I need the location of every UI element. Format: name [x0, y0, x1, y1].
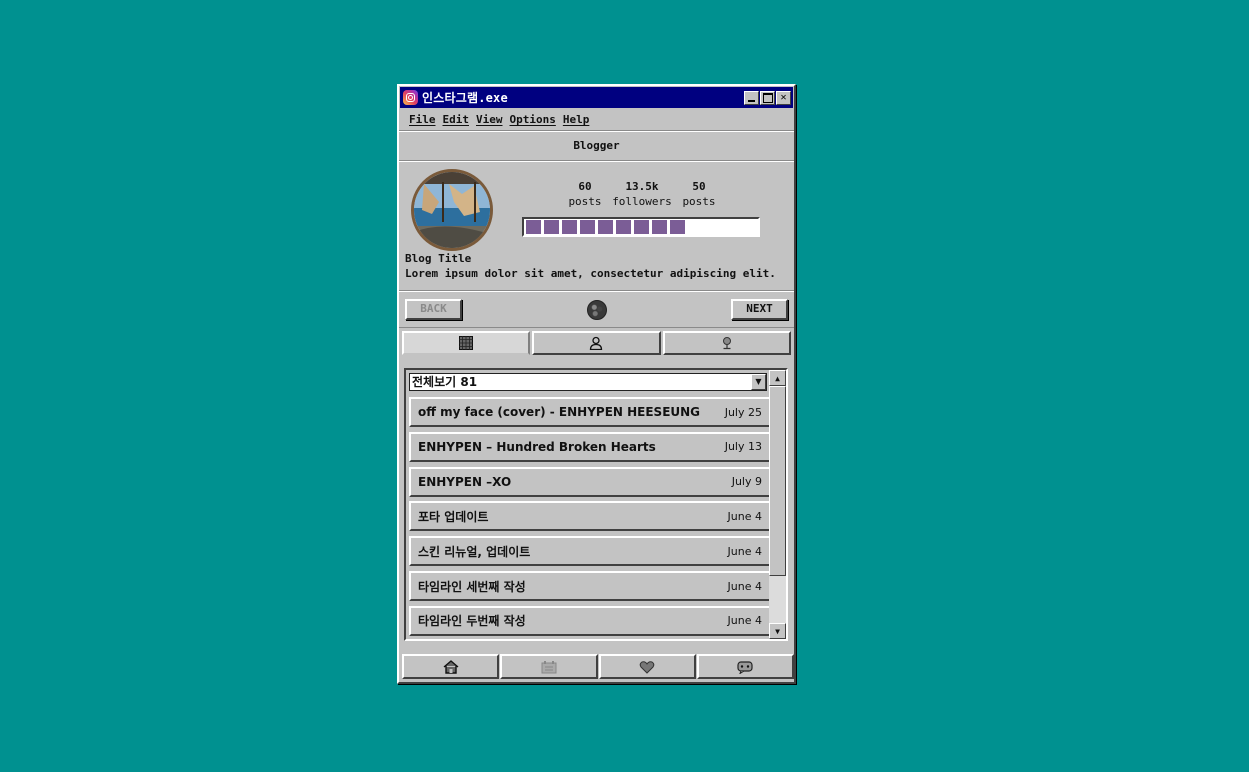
- menu-view[interactable]: View: [476, 113, 503, 126]
- stat-value: 13.5k: [625, 180, 659, 193]
- post-date: June 4: [727, 579, 762, 593]
- post-title: off my face (cover) - ENHYPEN HEESEUNG: [418, 405, 701, 419]
- post-date: July 25: [724, 405, 762, 419]
- stat-value: 50: [692, 180, 706, 193]
- post-list-item[interactable]: 타임라인 두번째 작성 June 4: [409, 605, 771, 636]
- post-title: ENHYPEN –XO: [418, 474, 512, 489]
- scroll-down-button[interactable]: ▼: [769, 623, 786, 639]
- app-window: 인스타그램.exe ✕ File Edit View Options Help …: [397, 84, 796, 684]
- menu-options[interactable]: Options: [510, 113, 556, 126]
- post-title: 타임라인 두번째 작성: [418, 614, 526, 629]
- stat-label: posts: [568, 195, 602, 208]
- progress-segment: [598, 220, 613, 234]
- progress-segment: [634, 220, 649, 234]
- person-icon: [590, 336, 603, 350]
- post-list-item[interactable]: ENHYPEN –XO July 9: [409, 466, 771, 497]
- post-list-item[interactable]: 포타 업데이트 June 4: [409, 501, 771, 532]
- heart-icon: [639, 660, 655, 674]
- title-bar[interactable]: 인스타그램.exe ✕: [400, 87, 793, 108]
- post-title: 포타 업데이트: [418, 509, 489, 524]
- home-button[interactable]: [402, 654, 500, 679]
- progress-segment: [652, 220, 667, 234]
- maximize-button[interactable]: [760, 90, 775, 105]
- calendar-button[interactable]: [500, 654, 598, 679]
- stat-followers[interactable]: 13.5k followers: [606, 179, 678, 209]
- scrollbar[interactable]: ▲ ▼: [769, 370, 786, 639]
- home-icon: [443, 659, 459, 674]
- post-list-item[interactable]: 스킨 리뉴얼, 업데이트 June 4: [409, 536, 771, 567]
- nav-row: BACK NEXT: [399, 291, 794, 328]
- section-title: Blogger: [399, 131, 794, 161]
- progress-segment: [670, 220, 685, 234]
- avatar-image: [414, 172, 490, 248]
- progress-segment: [562, 220, 577, 234]
- like-button[interactable]: [598, 654, 696, 679]
- post-title: ENHYPEN – Hundred Broken Hearts: [418, 439, 656, 454]
- chevron-down-icon[interactable]: ▼: [751, 374, 766, 390]
- stats: 60 posts 13.5k followers 50 posts: [564, 179, 720, 209]
- bottom-nav: [402, 654, 794, 680]
- post-date: July 13: [724, 440, 762, 454]
- scroll-up-button[interactable]: ▲: [769, 370, 786, 386]
- stat-posts-2[interactable]: 50 posts: [678, 179, 720, 209]
- back-button[interactable]: BACK: [405, 299, 462, 320]
- minimize-button[interactable]: [744, 90, 759, 105]
- tab-location[interactable]: [662, 331, 791, 355]
- stat-label: posts: [682, 195, 716, 208]
- blog-title: Blog Title: [405, 252, 472, 265]
- stat-posts[interactable]: 60 posts: [564, 179, 606, 209]
- post-list-item[interactable]: 타임라인 세번째 작성 June 4: [409, 571, 771, 601]
- chat-icon: [737, 660, 753, 674]
- category-dropdown[interactable]: 전체보기 81 ▼: [409, 373, 767, 391]
- stat-value: 60: [578, 180, 592, 193]
- progress-segment: [580, 220, 595, 234]
- tab-bar: [399, 328, 794, 356]
- menu-file[interactable]: File: [409, 113, 436, 126]
- post-title: 스킨 리뉴얼, 업데이트: [418, 544, 531, 559]
- instagram-icon: [403, 90, 418, 105]
- tab-profile[interactable]: [532, 331, 661, 355]
- profile-panel: 60 posts 13.5k followers 50 posts Blog T…: [399, 161, 794, 291]
- chat-button[interactable]: [696, 654, 794, 679]
- dropdown-selected: 전체보기 81: [412, 375, 478, 389]
- calendar-icon: [541, 660, 557, 673]
- tab-grid[interactable]: [402, 331, 531, 355]
- pin-icon: [722, 337, 731, 350]
- globe-icon[interactable]: [587, 300, 607, 320]
- post-date: July 9: [731, 475, 762, 489]
- blog-description: Lorem ipsum dolor sit amet, consectetur …: [405, 267, 776, 280]
- progress-bar: [522, 217, 760, 237]
- post-list-panel: 전체보기 81 ▼ off my face (cover) - ENHYPEN …: [404, 368, 788, 641]
- menu-help[interactable]: Help: [563, 113, 590, 126]
- post-date: June 4: [727, 509, 762, 523]
- progress-segment: [526, 220, 541, 234]
- avatar[interactable]: [411, 169, 493, 251]
- scroll-thumb[interactable]: [769, 386, 786, 576]
- menu-bar: File Edit View Options Help: [399, 109, 794, 131]
- menu-edit[interactable]: Edit: [443, 113, 470, 126]
- next-button[interactable]: NEXT: [731, 299, 788, 320]
- post-date: June 4: [727, 614, 762, 628]
- stat-label: followers: [612, 195, 672, 208]
- window-title: 인스타그램.exe: [422, 91, 508, 105]
- post-date: June 4: [727, 544, 762, 558]
- progress-segment: [616, 220, 631, 234]
- post-title: 타임라인 세번째 작성: [418, 579, 526, 594]
- post-list-item[interactable]: off my face (cover) - ENHYPEN HEESEUNG Ju…: [409, 397, 771, 427]
- post-list-item[interactable]: ENHYPEN – Hundred Broken Hearts July 13: [409, 431, 771, 462]
- close-button[interactable]: ✕: [776, 90, 791, 105]
- grid-icon: [459, 336, 474, 350]
- progress-segment: [544, 220, 559, 234]
